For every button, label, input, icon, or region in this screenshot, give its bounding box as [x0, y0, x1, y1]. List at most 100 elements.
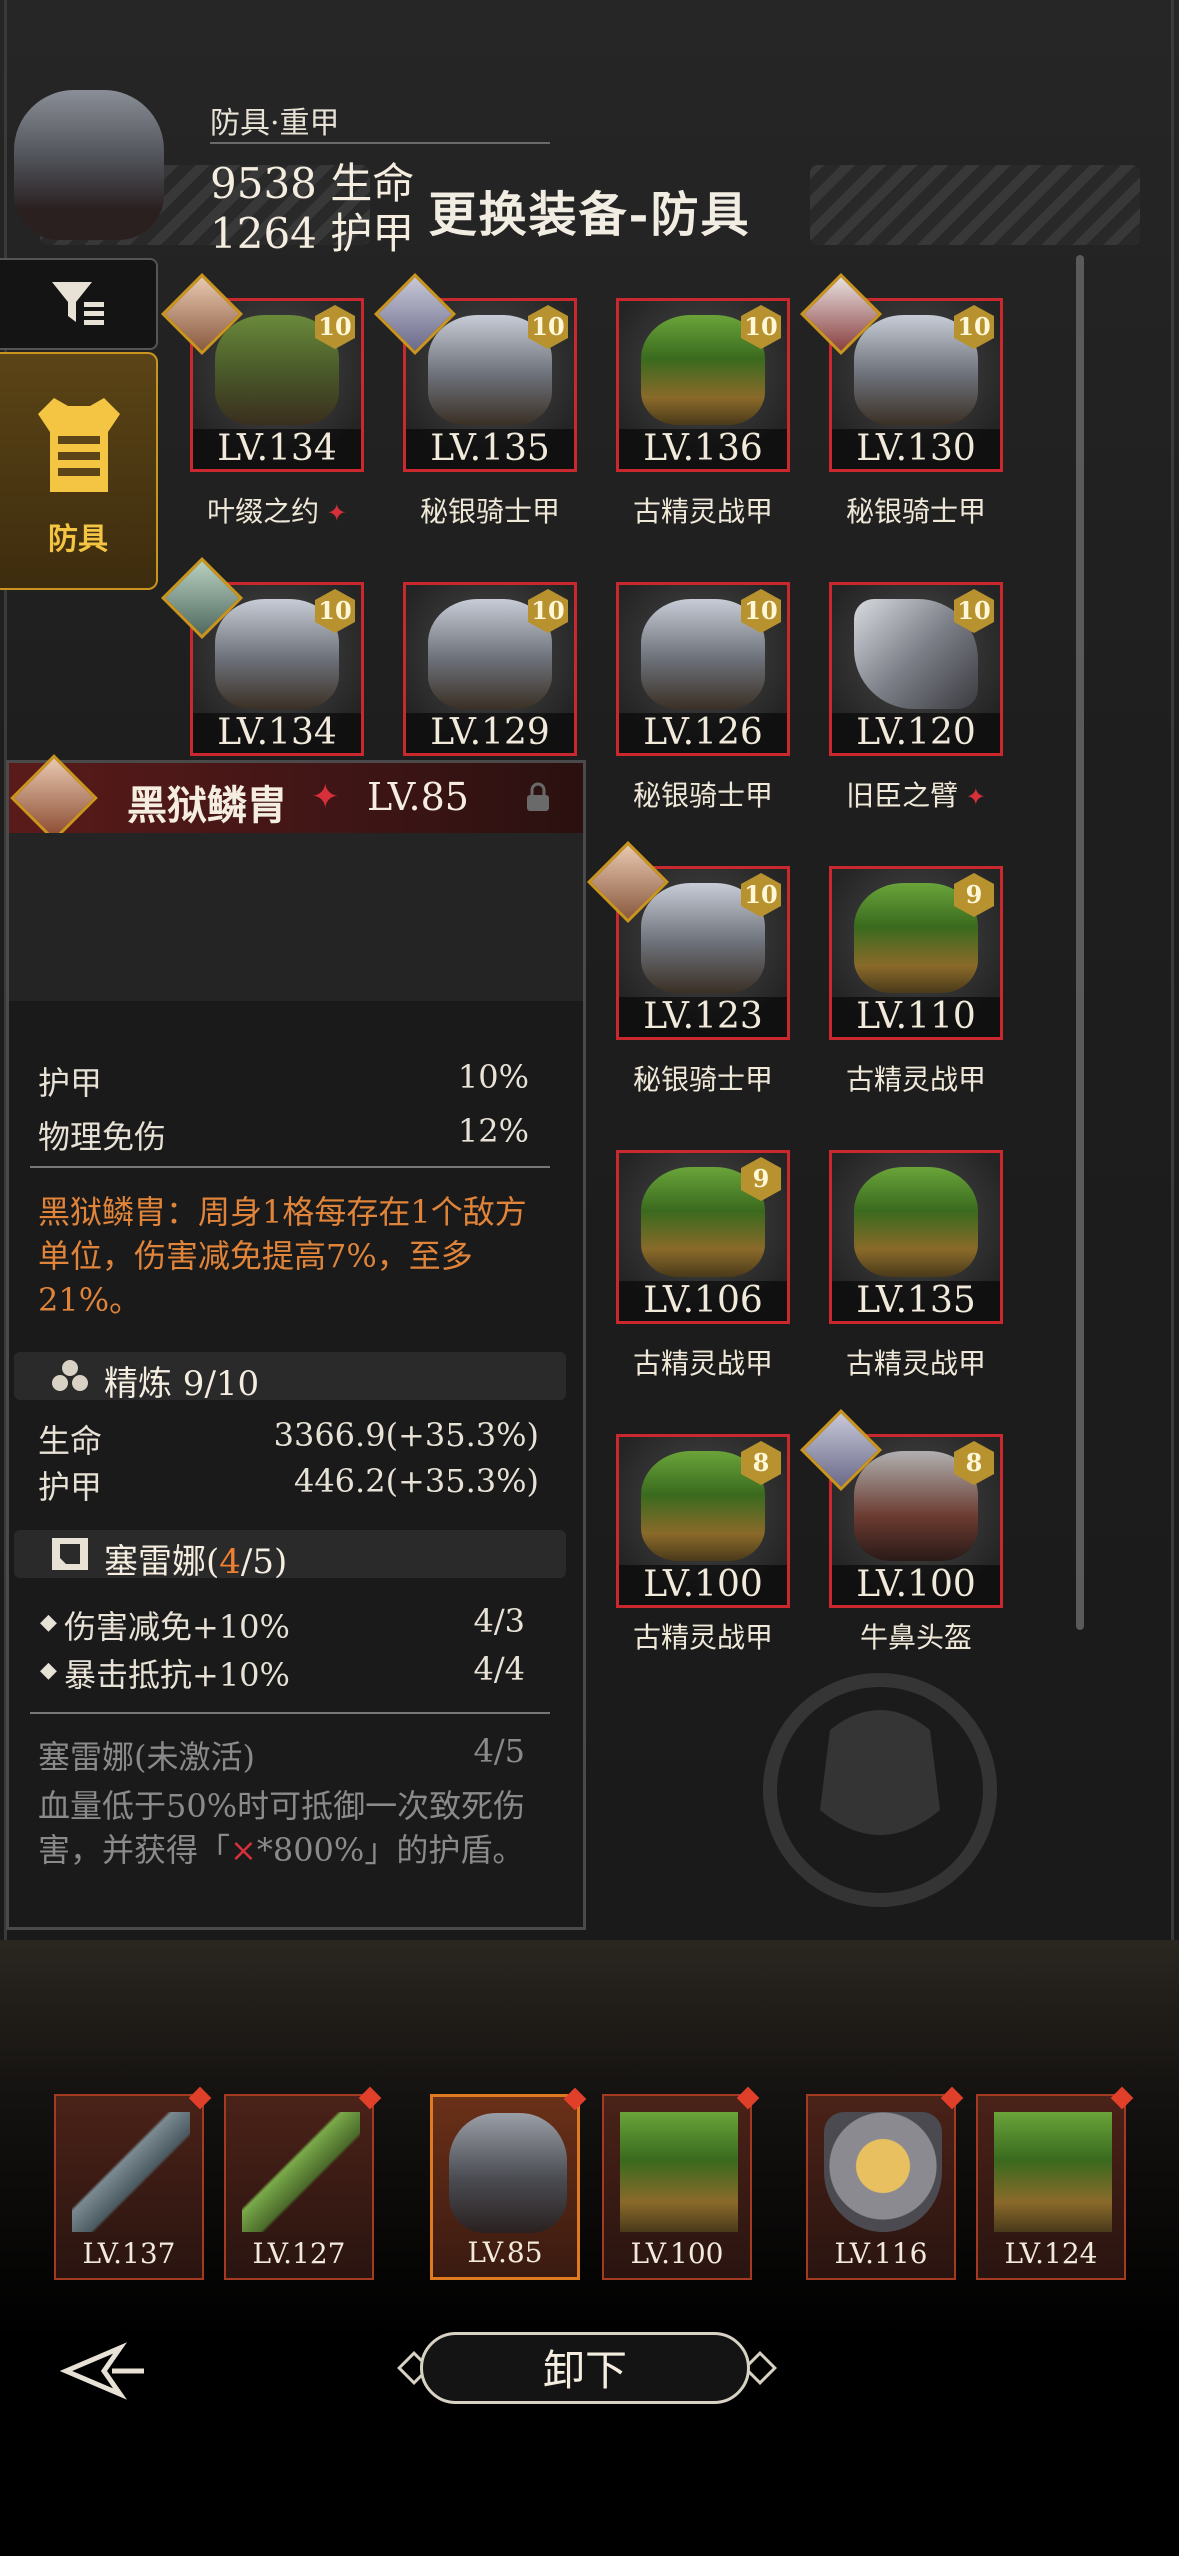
item-name: 牛鼻头盔: [859, 1621, 972, 1654]
item-name: 古精灵战甲: [632, 1621, 773, 1654]
refine-label: 精炼 9/10: [104, 1364, 260, 1404]
item-level: LV.123: [619, 997, 787, 1037]
set-bonus-label: 暴击抵抗+10%: [64, 1656, 290, 1694]
armor-item[interactable]: 10 LV.129: [403, 582, 577, 756]
divider: [30, 1166, 550, 1168]
equipped-art: [994, 2112, 1112, 2232]
armor-icon: [38, 398, 120, 492]
lock-icon[interactable]: [521, 781, 555, 815]
scrollbar[interactable]: [1076, 255, 1084, 1630]
detail-summary: [9, 833, 583, 1001]
back-icon[interactable]: [60, 2336, 150, 2406]
tab-armor-label: 防具: [48, 522, 108, 557]
bullet-icon: ◆: [40, 1658, 57, 1683]
item-level: LV.110: [832, 997, 1000, 1037]
armor-item[interactable]: 10 LV.130: [799, 272, 1003, 472]
item-level: LV.134: [193, 429, 361, 469]
equipped-level: LV.100: [630, 2237, 724, 2270]
equipped-slot[interactable]: LV.124: [976, 2086, 1134, 2280]
item-level: LV.135: [832, 1281, 1000, 1321]
inactive-set-description: 血量低于50%时可抵御一次致死伤害，并获得「×*800%」的护盾。: [38, 1787, 526, 1869]
effect-description: 黑狱鳞胄：周身1格每存在1个敌方单位，伤害减免提高7%，至多21%。: [38, 1193, 527, 1319]
inactive-set-label: 塞雷娜(未激活): [38, 1738, 255, 1776]
armor-item[interactable]: 10 LV.135: [373, 272, 577, 472]
equipped-level: LV.124: [1004, 2237, 1098, 2270]
item-name: 秘银骑士甲: [845, 495, 986, 528]
armor-item[interactable]: 8 LV.100: [616, 1434, 790, 1608]
item-level: LV.136: [619, 429, 787, 469]
equipped-level: LV.137: [82, 2237, 176, 2270]
equipped-art: [824, 2112, 942, 2232]
equipped-level: LV.116: [834, 2237, 928, 2270]
equipped-level: LV.127: [252, 2237, 346, 2270]
item-name: 旧臣之臂 ✦: [846, 779, 986, 812]
detail-item-level: LV.85: [367, 775, 469, 819]
item-level: LV.135: [406, 429, 574, 469]
refine-stat-value: 3366.9(+35.3%): [273, 1416, 539, 1454]
divider: [210, 142, 550, 144]
unequip-button[interactable]: 卸下: [420, 2332, 750, 2404]
armor-art: [854, 1167, 978, 1277]
equipped-level: LV.85: [467, 2236, 543, 2269]
equipped-art: [620, 2112, 738, 2232]
item-level: LV.100: [832, 1565, 1000, 1605]
armor-item[interactable]: 10 LV.136: [616, 298, 790, 472]
refine-header: 精炼 9/10: [14, 1352, 566, 1404]
gem-icon: ✦: [958, 783, 986, 811]
equipped-slot[interactable]: LV.127: [224, 2086, 382, 2280]
page-title: 更换装备-防具: [428, 187, 751, 243]
item-name: 秘银骑士甲: [632, 1063, 773, 1096]
item-name: 秘银骑士甲: [632, 779, 773, 812]
armor-item[interactable]: LV.135: [829, 1150, 1003, 1324]
knight-emblem-watermark: [763, 1673, 997, 1907]
equipped-art: [449, 2113, 567, 2233]
equipped-slot[interactable]: LV.116: [806, 2086, 964, 2280]
set-bonus-label: 伤害减免+10%: [64, 1608, 290, 1646]
armor-item[interactable]: 8 LV.100: [799, 1408, 1003, 1608]
equipped-slot[interactable]: LV.100: [602, 2086, 760, 2280]
attr-label: 物理免伤: [38, 1118, 167, 1156]
filter-tab[interactable]: [0, 258, 158, 350]
set-name: 塞雷娜(4/5): [104, 1542, 288, 1582]
equipped-slot[interactable]: LV.85: [430, 2087, 587, 2280]
armor-type: 防具·重甲: [210, 106, 340, 141]
armor-item[interactable]: 9 LV.106: [616, 1150, 790, 1324]
attr-label: 护甲: [38, 1064, 103, 1102]
gem-icon: ✦: [319, 499, 347, 527]
armor-item[interactable]: 10 LV.134: [160, 556, 364, 756]
armor-item[interactable]: 10 LV.134: [160, 272, 364, 472]
set-header: 塞雷娜(4/5): [14, 1530, 566, 1582]
armor-image: [14, 90, 164, 240]
item-level: LV.120: [832, 713, 1000, 753]
gem-icon: ✦: [311, 777, 340, 817]
equipped-art: [242, 2112, 360, 2232]
item-name: 古精灵战甲: [632, 495, 773, 528]
armor-item[interactable]: 10 LV.123: [586, 840, 790, 1040]
refine-icon: [52, 1360, 88, 1391]
item-level: LV.126: [619, 713, 787, 753]
armor-item[interactable]: 10 LV.126: [616, 582, 790, 756]
attr-value: 12%: [457, 1112, 529, 1150]
item-level: LV.129: [406, 713, 574, 753]
item-level: LV.130: [832, 429, 1000, 469]
stat-armor: 1264 护甲: [210, 209, 415, 258]
detail-header: 黑狱鳞胄 ✦ LV.85: [9, 754, 583, 842]
inactive-set-value: 4/5: [473, 1732, 526, 1770]
bullet-icon: ◆: [40, 1610, 57, 1635]
item-name: 古精灵战甲: [845, 1347, 986, 1380]
divider: [30, 1712, 550, 1714]
equipped-art: [72, 2112, 190, 2232]
item-name: 古精灵战甲: [632, 1347, 773, 1380]
equipped-slot[interactable]: LV.137: [54, 2086, 212, 2280]
item-level: LV.106: [619, 1281, 787, 1321]
tab-armor[interactable]: 防具: [0, 352, 158, 590]
detail-item-name: 黑狱鳞胄: [127, 782, 287, 829]
armor-item[interactable]: 10 LV.120: [829, 582, 1003, 756]
set-bonus-value: 4/4: [473, 1650, 526, 1688]
item-level: LV.100: [619, 1565, 787, 1605]
set-bonus-value: 4/3: [473, 1602, 526, 1640]
refine-stat-value: 446.2(+35.3%): [293, 1462, 539, 1500]
refine-stat-label: 护甲: [38, 1468, 103, 1506]
armor-item[interactable]: 9 LV.110: [829, 866, 1003, 1040]
refine-stat-label: 生命: [38, 1422, 103, 1460]
